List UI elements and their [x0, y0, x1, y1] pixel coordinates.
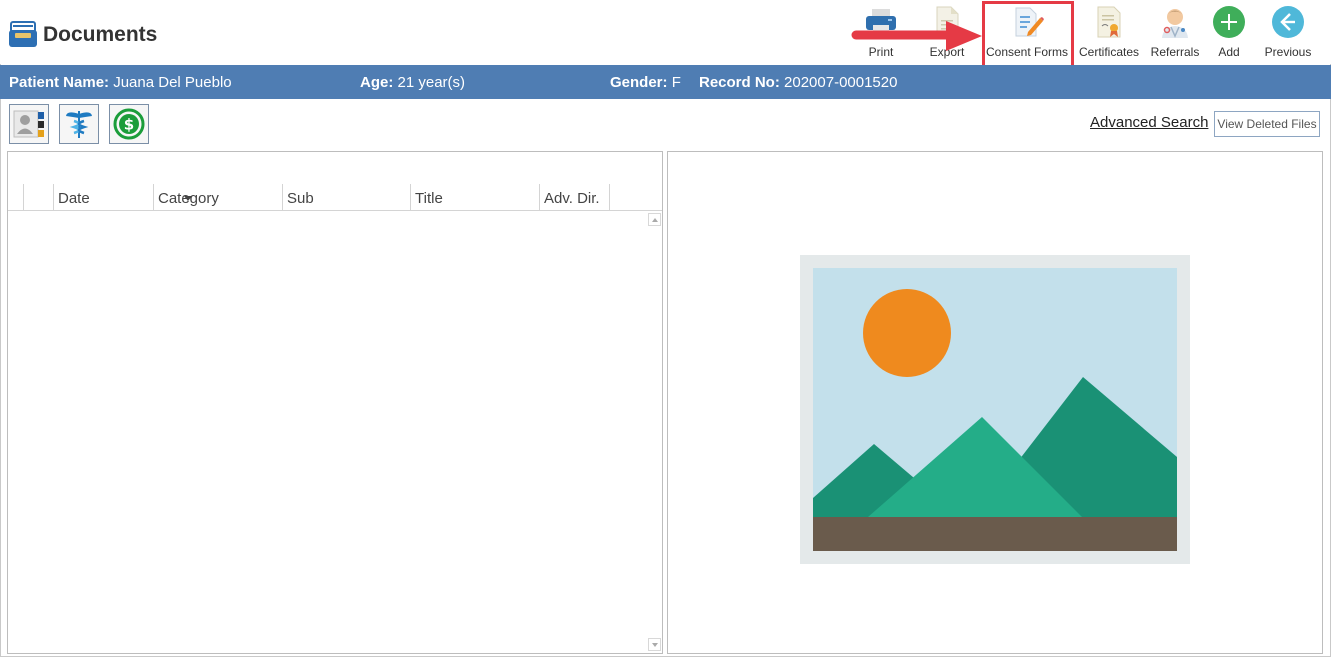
plus-circle-icon: [1211, 4, 1247, 40]
patient-name-value: Juana Del Pueblo: [113, 74, 232, 91]
page-title: Documents: [43, 23, 158, 46]
advanced-search-link[interactable]: Advanced Search: [1090, 114, 1208, 131]
grid-vertical-scrollbar[interactable]: [646, 211, 662, 653]
documents-grid: Date Category Sub Title Adv. Dir.: [7, 151, 663, 654]
certificates-label: Certificates: [1078, 45, 1140, 59]
billing-button[interactable]: $: [109, 104, 149, 144]
previous-label: Previous: [1264, 45, 1312, 59]
patient-age: Age: 21 year(s): [360, 74, 465, 91]
grid-header: Date Category Sub Title Adv. Dir.: [8, 184, 662, 211]
column-header-extra: [609, 184, 646, 211]
patient-age-value: 21 year(s): [397, 74, 466, 91]
column-header-title[interactable]: Title: [410, 184, 539, 211]
scroll-down-button[interactable]: [648, 638, 661, 651]
consent-forms-highlight: [982, 1, 1074, 68]
add-button[interactable]: Add: [1210, 4, 1248, 62]
scroll-up-button[interactable]: [648, 213, 661, 226]
doctor-referral-icon: [1157, 4, 1193, 40]
document-preview-panel: [667, 151, 1323, 654]
arrow-left-circle-icon: [1270, 4, 1306, 40]
patient-demographics-button[interactable]: [9, 104, 49, 144]
grid-header-select[interactable]: [23, 184, 53, 211]
image-placeholder-icon: [800, 255, 1190, 564]
patient-card-icon: [13, 110, 44, 138]
patient-name: Patient Name: Juana Del Pueblo: [9, 74, 232, 91]
add-label: Add: [1218, 45, 1240, 59]
patient-age-label: Age:: [360, 74, 394, 91]
medical-records-button[interactable]: [59, 104, 99, 144]
certificates-button[interactable]: Certificates: [1079, 4, 1139, 62]
referrals-label: Referrals: [1150, 45, 1200, 59]
caduceus-icon: [66, 111, 92, 138]
column-header-date-label: Date: [58, 190, 90, 207]
column-header-adv-dir[interactable]: Adv. Dir.: [539, 184, 609, 211]
scroll-up-icon: [651, 217, 658, 222]
referrals-button[interactable]: Referrals: [1150, 4, 1200, 62]
documents-tray-icon: [9, 21, 37, 47]
column-header-sub[interactable]: Sub: [282, 184, 410, 211]
patient-record: Record No: 202007-0001520: [699, 74, 897, 91]
patient-gender-value: F: [671, 74, 681, 91]
svg-text:$: $: [124, 116, 134, 134]
column-header-date[interactable]: Date: [53, 184, 192, 211]
annotation-arrow-icon: [851, 21, 982, 51]
patient-gender: Gender: F: [610, 74, 681, 91]
scroll-down-icon: [651, 642, 658, 647]
dollar-circle-icon: $: [113, 108, 145, 140]
certificate-ribbon-icon: [1091, 4, 1127, 40]
patient-info-bar: Patient Name: Juana Del Pueblo Age: 21 y…: [0, 65, 1331, 99]
patient-gender-label: Gender:: [610, 74, 668, 91]
previous-button[interactable]: Previous: [1262, 4, 1314, 62]
patient-record-value: 202007-0001520: [784, 74, 898, 91]
patient-record-label: Record No:: [699, 74, 780, 91]
view-deleted-files-button[interactable]: View Deleted Files: [1214, 111, 1320, 137]
app-header: Documents Print Export Consent Forms Cer…: [0, 0, 1331, 68]
column-header-category[interactable]: Category: [153, 184, 282, 211]
patient-name-label: Patient Name:: [9, 74, 110, 91]
